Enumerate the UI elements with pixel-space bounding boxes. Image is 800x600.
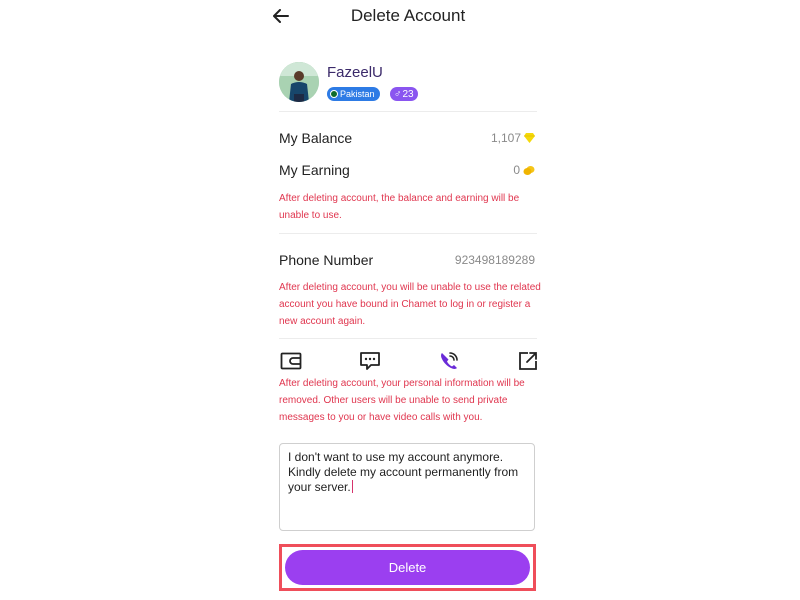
reason-textarea[interactable]: I don't want to use my account anymore. … [279, 443, 535, 531]
country-label: Pakistan [340, 89, 375, 99]
delete-button-highlight: Delete [279, 544, 536, 591]
profile-card: FazeelU Pakistan ♂ 23 [279, 62, 537, 104]
diamond-icon [524, 133, 535, 143]
feature-icons-row [279, 349, 539, 373]
phone-warning: After deleting account, you will be unab… [279, 282, 541, 327]
reason-text: I don't want to use my account anymore. … [288, 450, 519, 494]
avatar[interactable] [279, 62, 319, 102]
text-cursor [351, 480, 354, 493]
phone-value: 923498189289 [454, 253, 535, 267]
chat-button[interactable] [358, 349, 382, 373]
balance-warning: After deleting account, the balance and … [279, 193, 520, 221]
personal-info-warning: After deleting account, your personal in… [279, 378, 525, 423]
chat-icon [360, 352, 380, 370]
balance-label: My Balance [279, 130, 353, 146]
age-badge: ♂ 23 [390, 87, 418, 101]
earning-label: My Earning [279, 162, 350, 178]
male-icon: ♂ [394, 88, 402, 100]
wallet-icon [280, 352, 302, 370]
phone-call-button[interactable] [437, 349, 461, 373]
country-badge: Pakistan [327, 87, 380, 101]
page-title: Delete Account [350, 6, 466, 25]
top-bar: Delete Account [0, 0, 800, 34]
divider [279, 111, 537, 112]
phone-label: Phone Number [279, 252, 374, 268]
external-link-icon [519, 352, 537, 370]
divider [279, 338, 537, 339]
earning-value-group: 0 [513, 163, 535, 177]
coins-icon [523, 165, 535, 175]
delete-button[interactable]: Delete [285, 550, 530, 585]
pakistan-flag-icon [330, 90, 338, 98]
balance-value: 1,107 [490, 131, 521, 145]
earning-value: 0 [513, 163, 520, 177]
divider [279, 233, 537, 234]
wallet-button[interactable] [279, 349, 303, 373]
balance-value-group: 1,107 [491, 131, 535, 145]
phone-call-icon [441, 352, 458, 369]
external-link-button[interactable] [516, 349, 540, 373]
age-value: 23 [402, 88, 414, 100]
username: FazeelU [327, 64, 383, 81]
